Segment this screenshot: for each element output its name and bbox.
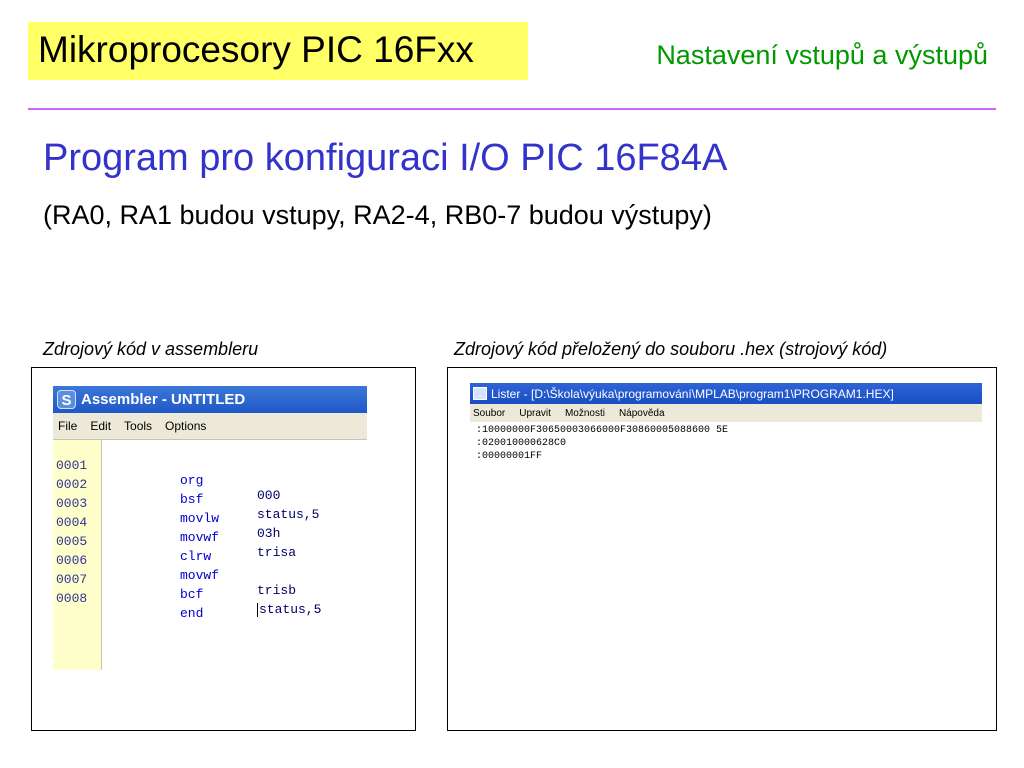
lister-app-icon: [473, 387, 487, 400]
lister-titlebar[interactable]: Lister - [D:\Škola\výuka\programování\MP…: [470, 383, 982, 404]
assembler-app-icon: S: [57, 390, 76, 409]
code-editor[interactable]: 0001 org 000 0002 bsf status,5 0003 movl…: [53, 440, 367, 670]
code-mnemonic: movlw: [180, 511, 220, 526]
menu-options[interactable]: Options: [165, 419, 206, 433]
code-operand: status,5: [257, 507, 320, 522]
menu-soubor[interactable]: Soubor: [473, 408, 505, 419]
menu-edit[interactable]: Edit: [90, 419, 111, 433]
slide-title: Mikroprocesory PIC 16Fxx: [38, 29, 474, 70]
code-line: 0003 movlw 03h: [53, 481, 280, 541]
code-operand: trisb: [257, 583, 297, 598]
menu-upravit[interactable]: Upravit: [519, 408, 551, 419]
lister-window: Lister - [D:\Škola\výuka\programování\MP…: [470, 383, 982, 655]
code-operand-with-cursor: status,5: [257, 602, 321, 617]
slide-subtitle: Nastavení vstupů a výstupů: [656, 40, 988, 70]
code-line: 0008 end: [53, 576, 203, 621]
hex-line: :10000000F30650003066000F30860005088600 …: [476, 425, 729, 436]
code-line: 0006 movwf trisb: [53, 538, 296, 598]
code-line: 0004 movwf trisa: [53, 500, 296, 560]
lister-title: Lister - [D:\Škola\výuka\programování\MP…: [491, 386, 894, 401]
assembler-title: Assembler - UNTITLED: [81, 391, 246, 408]
hex-viewer[interactable]: :10000000F30650003066000F30860005088600 …: [470, 422, 982, 655]
lister-menubar: Soubor Upravit Možnosti Nápověda: [470, 404, 982, 422]
assembler-titlebar[interactable]: S Assembler - UNTITLED: [53, 386, 367, 413]
code-mnemonic: movwf: [180, 530, 220, 545]
code-operand: 000: [257, 488, 281, 503]
code-line: 0007 bcf status,5: [53, 557, 321, 617]
text-cursor: [257, 602, 258, 617]
line-number: 0008: [56, 591, 88, 606]
main-heading: Program pro konfiguraci I/O PIC 16F84A: [43, 137, 728, 179]
code-mnemonic: movwf: [180, 568, 220, 583]
menu-moznosti[interactable]: Možnosti: [565, 408, 605, 419]
assembler-window: S Assembler - UNTITLED File Edit Tools O…: [53, 386, 367, 670]
code-operand: status,5: [259, 602, 322, 617]
code-mnemonic: clrw: [180, 549, 212, 564]
code-mnemonic: bsf: [180, 492, 204, 507]
caption-assembler: Zdrojový kód v assembleru: [43, 339, 259, 359]
code-line: 0002 bsf status,5: [53, 462, 319, 522]
code-line: 0001 org 000: [53, 443, 280, 503]
menu-napoveda[interactable]: Nápověda: [619, 408, 665, 419]
header-divider: [28, 108, 996, 110]
hex-line: :00000001FF: [476, 451, 543, 462]
assembler-menubar: File Edit Tools Options: [53, 413, 367, 440]
code-operand: 03h: [257, 526, 281, 541]
menu-tools[interactable]: Tools: [124, 419, 152, 433]
code-mnemonic: org: [180, 473, 204, 488]
code-mnemonic: bcf: [180, 587, 204, 602]
hex-line: :020010000628C0: [476, 438, 567, 449]
menu-file[interactable]: File: [58, 419, 77, 433]
code-mnemonic: end: [180, 606, 204, 621]
sub-heading: (RA0, RA1 budou vstupy, RA2-4, RB0-7 bud…: [43, 200, 712, 230]
code-line: 0005 clrw: [53, 519, 211, 564]
code-operand: trisa: [257, 545, 297, 560]
caption-hex: Zdrojový kód přeložený do souboru .hex (…: [454, 339, 888, 359]
